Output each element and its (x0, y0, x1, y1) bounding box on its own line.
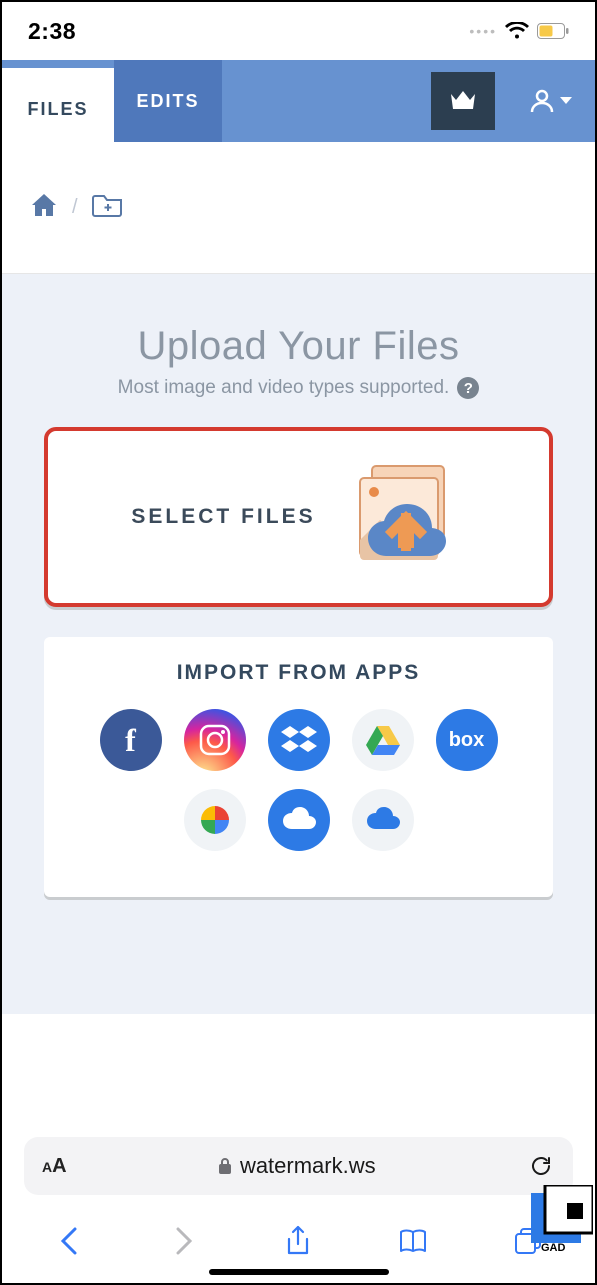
back-button[interactable] (49, 1221, 89, 1261)
corner-logo: GAD (523, 1185, 593, 1255)
upload-subtitle-text: Most image and video types supported. (118, 377, 450, 399)
instagram-icon (198, 723, 232, 757)
app-facebook[interactable]: f (100, 709, 162, 771)
import-card: IMPORT FROM APPS f box (44, 637, 553, 897)
user-menu-button[interactable] (505, 87, 595, 115)
app-google-drive[interactable] (352, 709, 414, 771)
chevron-right-icon (175, 1227, 193, 1255)
app-onedrive-alt[interactable] (352, 789, 414, 851)
premium-button[interactable] (431, 72, 495, 130)
share-button[interactable] (278, 1221, 318, 1261)
chevron-down-icon (560, 97, 572, 105)
app-instagram[interactable] (184, 709, 246, 771)
cellular-dots-icon: •••• (469, 23, 497, 39)
app-header: FILES EDITS (2, 60, 595, 142)
onedrive-icon (279, 807, 319, 833)
upload-heading: Upload Your Files (18, 324, 579, 369)
user-icon (528, 87, 556, 115)
app-onedrive[interactable] (268, 789, 330, 851)
breadcrumb-new-folder[interactable] (92, 192, 124, 223)
google-photos-icon (197, 802, 233, 838)
wifi-icon (505, 22, 529, 40)
address-bar[interactable]: AA watermark.ws (24, 1137, 573, 1195)
upload-cloud-icon (346, 462, 466, 572)
text-size-button[interactable]: AA (42, 1155, 67, 1178)
battery-icon (537, 23, 569, 39)
app-row-2 (62, 789, 535, 851)
google-drive-icon (365, 724, 401, 756)
folder-add-icon (92, 192, 124, 218)
select-files-button[interactable]: SELECT FILES (44, 427, 553, 607)
onedrive-alt-icon (363, 807, 403, 833)
ios-status-bar: 2:38 •••• (2, 2, 595, 60)
reload-button[interactable] (527, 1154, 555, 1178)
dropbox-icon (281, 724, 317, 756)
forward-button[interactable] (164, 1221, 204, 1261)
select-files-label: SELECT FILES (131, 505, 315, 529)
main-content: Upload Your Files Most image and video t… (2, 274, 595, 1014)
app-google-photos[interactable] (184, 789, 246, 851)
safari-chrome: AA watermark.ws (2, 1127, 595, 1283)
home-icon (30, 192, 58, 218)
url-display[interactable]: watermark.ws (79, 1153, 515, 1179)
upload-subtitle: Most image and video types supported. ? (18, 377, 579, 399)
svg-text:GAD: GAD (541, 1242, 566, 1254)
tab-edits[interactable]: EDITS (114, 60, 222, 142)
status-time: 2:38 (28, 18, 76, 45)
breadcrumb-home[interactable] (30, 192, 58, 223)
url-text: watermark.ws (240, 1153, 376, 1179)
reload-icon (529, 1154, 553, 1178)
share-icon (285, 1225, 311, 1257)
book-icon (398, 1228, 428, 1254)
home-indicator (209, 1269, 389, 1275)
breadcrumb: / (2, 142, 595, 274)
app-box[interactable]: box (436, 709, 498, 771)
help-button[interactable]: ? (457, 377, 479, 399)
chevron-left-icon (60, 1227, 78, 1255)
crown-icon (449, 90, 477, 112)
tab-files[interactable]: FILES (2, 68, 114, 150)
app-dropbox[interactable] (268, 709, 330, 771)
bookmarks-button[interactable] (393, 1221, 433, 1261)
status-right: •••• (469, 22, 569, 40)
import-title: IMPORT FROM APPS (62, 661, 535, 685)
breadcrumb-separator: / (72, 196, 78, 219)
header-right (431, 60, 595, 142)
app-row-1: f box (62, 709, 535, 771)
lock-icon (218, 1157, 232, 1175)
